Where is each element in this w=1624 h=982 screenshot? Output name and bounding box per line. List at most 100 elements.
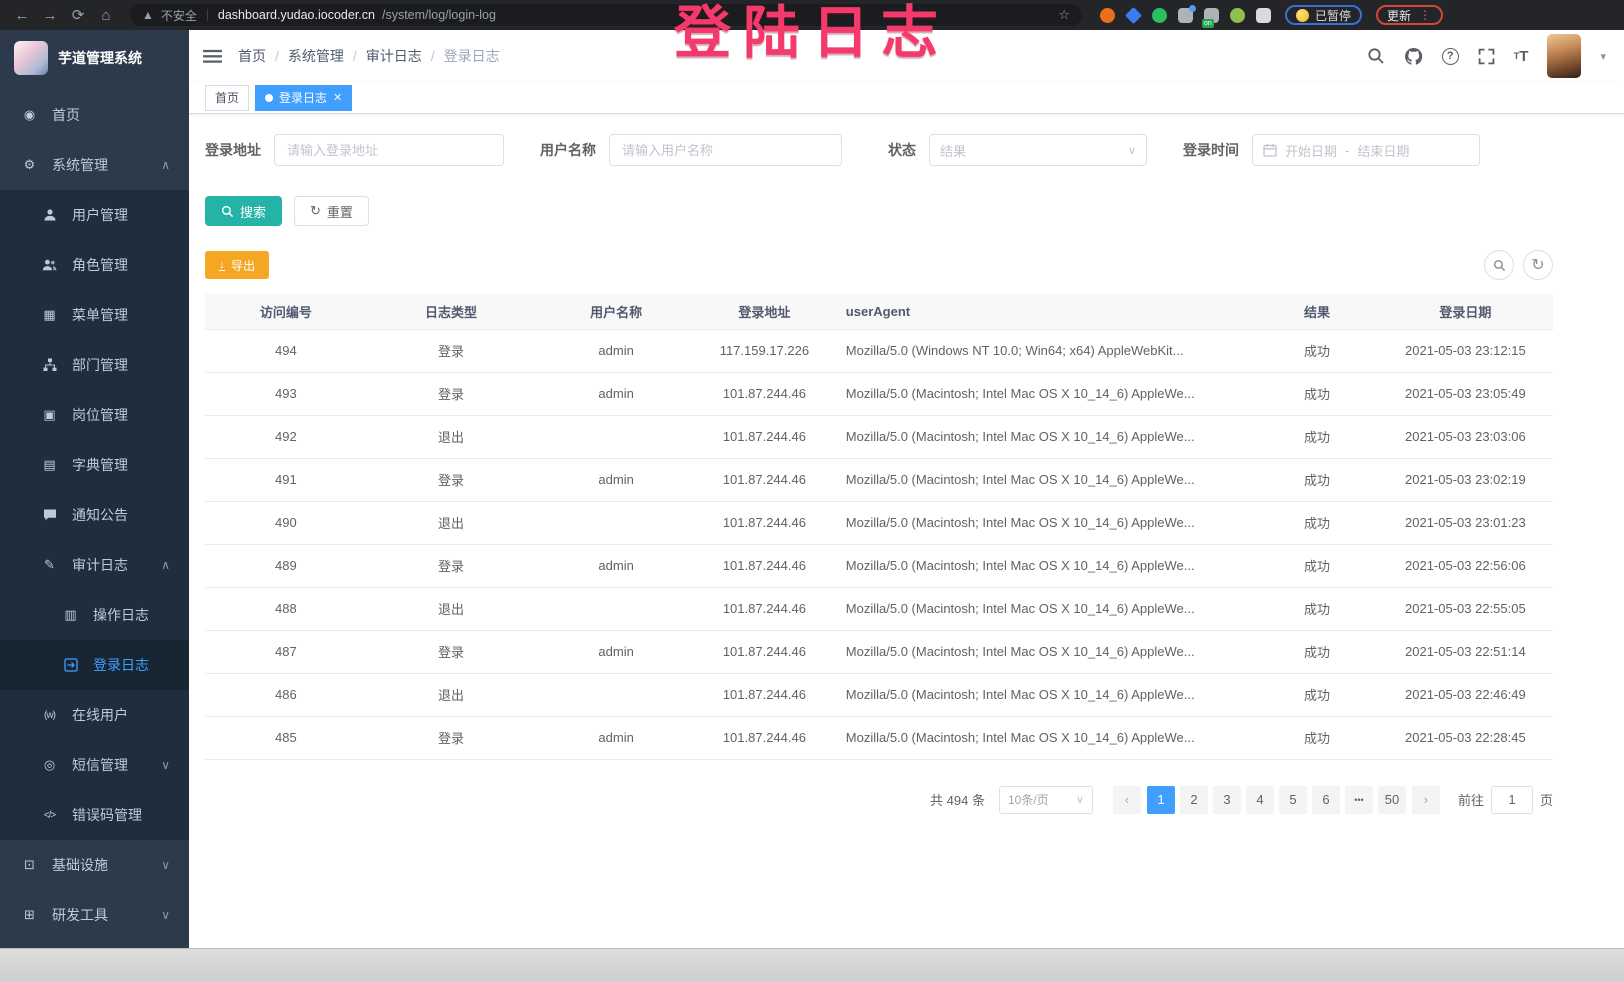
- browser-menu-icon[interactable]: ⋮: [1419, 8, 1432, 22]
- hamburger-icon[interactable]: [203, 48, 222, 65]
- prev-page-button[interactable]: ‹: [1113, 786, 1141, 814]
- breadcrumb-current: 登录日志: [444, 46, 500, 66]
- refresh-table-button[interactable]: ↻: [1523, 250, 1553, 280]
- sidebar-item-系统管理[interactable]: ⚙系统管理∧: [0, 140, 189, 190]
- sidebar-item-label: 首页: [52, 105, 80, 125]
- column-header-登录日期: 登录日期: [1378, 294, 1553, 329]
- update-button[interactable]: 更新 ⋮: [1376, 5, 1443, 25]
- tag-login-log[interactable]: 登录日志 ✕: [255, 85, 352, 111]
- sidebar-item-菜单管理[interactable]: ▦菜单管理: [0, 290, 189, 340]
- page-button-2[interactable]: 2: [1180, 786, 1208, 814]
- reload-icon[interactable]: ⟳: [66, 3, 90, 27]
- sidebar-item-字典管理[interactable]: ▤字典管理: [0, 440, 189, 490]
- toggle-search-button[interactable]: [1484, 250, 1514, 280]
- table-row[interactable]: 490退出101.87.244.46Mozilla/5.0 (Macintosh…: [205, 501, 1553, 544]
- sidebar-item-研发工具[interactable]: ⊞研发工具∨: [0, 890, 189, 940]
- sidebar-item-通知公告[interactable]: 通知公告: [0, 490, 189, 540]
- breadcrumb-item[interactable]: 系统管理: [288, 46, 344, 66]
- close-icon[interactable]: ✕: [333, 91, 342, 104]
- cell-日志类型: 登录: [367, 630, 536, 673]
- puzzle-extension-icon[interactable]: [1256, 8, 1271, 23]
- sidebar-item-基础设施[interactable]: ⊡基础设施∨: [0, 840, 189, 890]
- search-icon[interactable]: [1367, 47, 1385, 65]
- page-ellipsis[interactable]: •••: [1345, 786, 1373, 814]
- status-select[interactable]: 结果 ∨: [929, 134, 1147, 166]
- dashboard-icon: ◉: [21, 107, 38, 123]
- sidebar-item-操作日志[interactable]: ▥操作日志: [0, 590, 189, 640]
- fullscreen-icon[interactable]: [1478, 48, 1495, 65]
- forward-icon[interactable]: →: [38, 3, 62, 27]
- back-icon[interactable]: ←: [10, 3, 34, 27]
- next-page-button[interactable]: ›: [1412, 786, 1440, 814]
- username-input[interactable]: [609, 134, 842, 166]
- fontsize-icon[interactable]: TT: [1514, 48, 1529, 65]
- gem-extension-icon[interactable]: [1125, 7, 1142, 24]
- export-button[interactable]: ↓ 导出: [205, 251, 269, 279]
- table-row[interactable]: 492退出101.87.244.46Mozilla/5.0 (Macintosh…: [205, 415, 1553, 458]
- breadcrumb-item[interactable]: 审计日志: [366, 46, 422, 66]
- page-button-6[interactable]: 6: [1312, 786, 1340, 814]
- paused-label: 已暂停: [1315, 7, 1351, 24]
- date-range-picker[interactable]: 开始日期 - 结束日期: [1252, 134, 1480, 166]
- chevron-up-icon: ∧: [161, 558, 170, 572]
- cell-登录地址: 101.87.244.46: [697, 630, 832, 673]
- table-row[interactable]: 487登录admin101.87.244.46Mozilla/5.0 (Maci…: [205, 630, 1553, 673]
- tag-home[interactable]: 首页: [205, 85, 249, 111]
- sidebar-item-用户管理[interactable]: 用户管理: [0, 190, 189, 240]
- end-date-placeholder: 结束日期: [1357, 141, 1409, 160]
- cell-用户名称: [535, 587, 697, 630]
- home-icon[interactable]: ⌂: [94, 3, 118, 27]
- table-row[interactable]: 485登录admin101.87.244.46Mozilla/5.0 (Maci…: [205, 716, 1553, 759]
- sidebar-item-label: 短信管理: [72, 755, 128, 775]
- sidebar-item-部门管理[interactable]: 部门管理: [0, 340, 189, 390]
- paused-pill[interactable]: 已暂停: [1285, 5, 1362, 25]
- page-size-select[interactable]: 10条/页 ∨: [999, 786, 1093, 814]
- table-row[interactable]: 488退出101.87.244.46Mozilla/5.0 (Macintosh…: [205, 587, 1553, 630]
- bookmark-star-icon[interactable]: ☆: [1058, 7, 1070, 23]
- chevron-down-icon: ∨: [1076, 793, 1084, 806]
- help-icon[interactable]: ?: [1442, 48, 1459, 65]
- sidebar-item-首页[interactable]: ◉ 首页: [0, 90, 189, 140]
- cell-userAgent: Mozilla/5.0 (Macintosh; Intel Mac OS X 1…: [832, 415, 1257, 458]
- list-extension-icon[interactable]: on: [1204, 8, 1219, 23]
- page-button-3[interactable]: 3: [1213, 786, 1241, 814]
- grid-extension-icon[interactable]: [1178, 8, 1193, 23]
- sidebar-item-岗位管理[interactable]: ▣岗位管理: [0, 390, 189, 440]
- url-path: /system/log/login-log: [382, 8, 496, 22]
- status-select-placeholder: 结果: [940, 141, 966, 160]
- cell-用户名称: admin: [535, 329, 697, 372]
- table-row[interactable]: 491登录admin101.87.244.46Mozilla/5.0 (Maci…: [205, 458, 1553, 501]
- github-icon[interactable]: [1404, 47, 1423, 66]
- orange-extension-icon[interactable]: [1100, 8, 1115, 23]
- user-avatar[interactable]: [1547, 34, 1581, 78]
- sidebar-item-短信管理[interactable]: ◎短信管理∨: [0, 740, 189, 790]
- page-button-1[interactable]: 1: [1147, 786, 1175, 814]
- heart-extension-icon[interactable]: [1152, 8, 1167, 23]
- sidebar-item-在线用户[interactable]: (w)在线用户: [0, 690, 189, 740]
- page-button-4[interactable]: 4: [1246, 786, 1274, 814]
- reset-button[interactable]: ↻ 重置: [294, 196, 369, 226]
- table-row[interactable]: 494登录admin117.159.17.226Mozilla/5.0 (Win…: [205, 329, 1553, 372]
- cell-登录日期: 2021-05-03 23:03:06: [1378, 415, 1553, 458]
- search-button[interactable]: 搜索: [205, 196, 282, 226]
- table-row[interactable]: 493登录admin101.87.244.46Mozilla/5.0 (Maci…: [205, 372, 1553, 415]
- sidebar-item-登录日志[interactable]: 登录日志: [0, 640, 189, 690]
- breadcrumb-item[interactable]: 首页: [238, 46, 266, 66]
- sprout-extension-icon[interactable]: [1230, 8, 1245, 23]
- sidebar-logo[interactable]: 芋道管理系统: [0, 30, 189, 86]
- address-input[interactable]: [274, 134, 504, 166]
- sidebar-item-角色管理[interactable]: 角色管理: [0, 240, 189, 290]
- page-button-50[interactable]: 50: [1378, 786, 1406, 814]
- cell-访问编号: 486: [205, 673, 367, 716]
- address-bar[interactable]: ▲ 不安全 dashboard.yudao.iocoder.cn/system/…: [130, 4, 1082, 26]
- cell-日志类型: 退出: [367, 587, 536, 630]
- table-row[interactable]: 486退出101.87.244.46Mozilla/5.0 (Macintosh…: [205, 673, 1553, 716]
- caret-down-icon[interactable]: ▾: [1600, 50, 1606, 63]
- table-row[interactable]: 489登录admin101.87.244.46Mozilla/5.0 (Maci…: [205, 544, 1553, 587]
- sidebar-item-错误码管理[interactable]: </>错误码管理: [0, 790, 189, 840]
- sidebar-item-label: 角色管理: [72, 255, 128, 275]
- goto-page-input[interactable]: [1491, 786, 1533, 814]
- cell-结果: 成功: [1256, 501, 1377, 544]
- page-button-5[interactable]: 5: [1279, 786, 1307, 814]
- sidebar-item-审计日志[interactable]: ✎审计日志∧: [0, 540, 189, 590]
